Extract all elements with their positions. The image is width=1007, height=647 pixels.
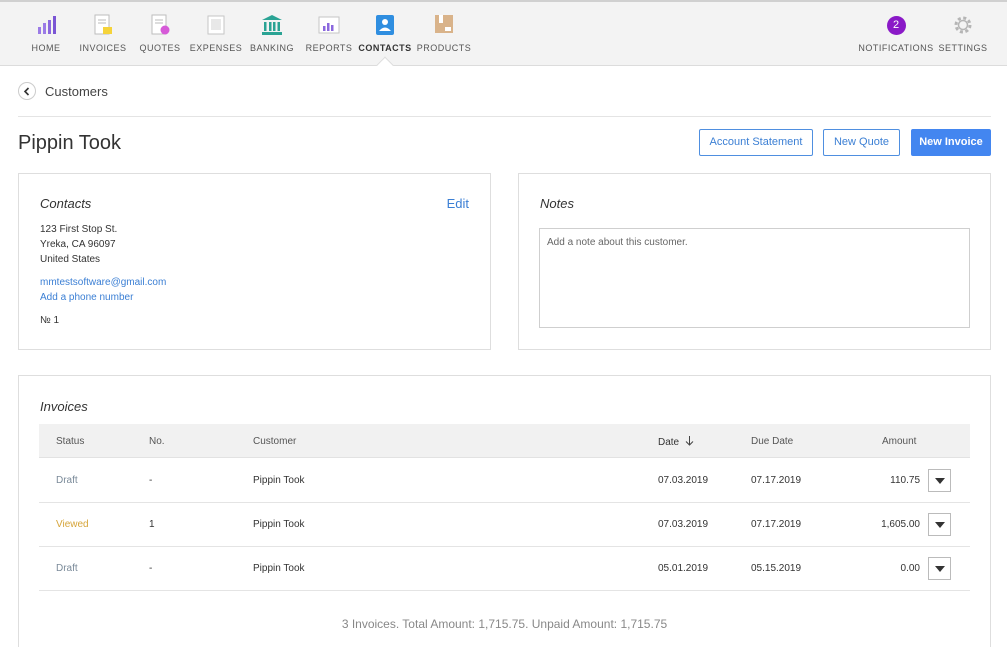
nav-products-label: PRODUCTS [416, 43, 472, 53]
nav-contacts[interactable]: CONTACTS [357, 14, 413, 53]
address-line-2: Yreka, CA 96097 [40, 239, 116, 250]
invoice-status: Draft [56, 563, 78, 574]
products-icon [435, 15, 453, 33]
invoice-number: - [149, 563, 153, 574]
row-actions-dropdown[interactable] [928, 513, 951, 536]
invoice-status: Draft [56, 475, 78, 486]
notes-card: Notes Add a note about this customer. [518, 173, 991, 350]
breadcrumb[interactable]: Customers [45, 84, 108, 99]
invoice-number: - [149, 475, 153, 486]
invoice-due-date: 05.15.2019 [751, 563, 802, 574]
new-quote-button[interactable]: New Quote [823, 129, 900, 156]
nav-settings-label: SETTINGS [938, 43, 988, 53]
column-customer[interactable]: Customer [253, 436, 296, 447]
nav-contacts-label: CONTACTS [358, 43, 412, 53]
contacts-icon [376, 15, 394, 35]
invoice-customer: Pippin Took [253, 475, 305, 486]
notification-count-badge: 2 [886, 16, 906, 35]
top-navigation: HOME INVOICES QUOTES EXPENSES BANKING RE… [0, 0, 1007, 66]
table-row[interactable]: Draft - Pippin Took 07.03.2019 07.17.201… [39, 459, 970, 503]
row-actions-dropdown[interactable] [928, 557, 951, 580]
column-date-label: Date [658, 437, 680, 448]
nav-notifications[interactable]: 2 NOTIFICATIONS [856, 14, 936, 53]
table-row[interactable]: Viewed 1 Pippin Took 07.03.2019 07.17.20… [39, 503, 970, 547]
expenses-icon [207, 15, 225, 35]
edit-contact-link[interactable]: Edit [447, 196, 469, 211]
column-status[interactable]: Status [56, 436, 84, 447]
invoice-date: 05.01.2019 [658, 563, 709, 574]
invoice-due-date: 07.17.2019 [751, 475, 802, 486]
invoices-card: Invoices Status No. Customer Date Due Da… [18, 375, 991, 647]
column-amount[interactable]: Amount [882, 436, 916, 447]
invoice-amount: 110.75 [890, 475, 920, 486]
invoices-title: Invoices [40, 399, 88, 414]
nav-banking[interactable]: BANKING [244, 14, 300, 53]
add-phone-link[interactable]: Add a phone number [40, 292, 133, 303]
nav-reports[interactable]: REPORTS [301, 14, 357, 53]
address-line-1: 123 First Stop St. [40, 224, 118, 235]
caret-down-icon [935, 566, 945, 572]
invoice-due-date: 07.17.2019 [751, 519, 802, 530]
page-title: Pippin Took [18, 132, 122, 154]
email-link[interactable]: mmtestsoftware@gmail.com [40, 277, 166, 288]
divider [18, 116, 991, 117]
home-chart-icon [38, 16, 56, 34]
reports-icon [318, 16, 340, 34]
invoice-status: Viewed [56, 519, 89, 530]
gear-icon [954, 16, 972, 34]
nav-quotes[interactable]: QUOTES [132, 14, 188, 53]
invoices-table-header: Status No. Customer Date Due Date Amount [39, 424, 970, 458]
invoices-summary: 3 Invoices. Total Amount: 1,715.75. Unpa… [341, 617, 668, 631]
invoice-icon [94, 14, 112, 35]
invoice-amount: 1,605.00 [881, 519, 920, 530]
column-date[interactable]: Date [658, 436, 694, 448]
customer-number: № 1 [40, 315, 60, 326]
sort-down-arrow-icon [685, 436, 694, 446]
contacts-title: Contacts [40, 196, 92, 211]
contacts-card: Contacts Edit 123 First Stop St. Yreka, … [18, 173, 491, 350]
nav-quotes-label: QUOTES [139, 43, 181, 53]
table-row[interactable]: Draft - Pippin Took 05.01.2019 05.15.201… [39, 547, 970, 591]
invoice-number: 1 [149, 519, 155, 530]
address-country: United States [40, 254, 101, 265]
invoice-date: 07.03.2019 [658, 475, 709, 486]
nav-products[interactable]: PRODUCTS [416, 14, 472, 53]
nav-invoices[interactable]: INVOICES [75, 14, 131, 53]
nav-expenses-label: EXPENSES [189, 43, 243, 53]
invoice-amount: 0.00 [900, 563, 920, 574]
invoice-customer: Pippin Took [253, 519, 305, 530]
column-number[interactable]: No. [149, 436, 165, 447]
nav-home-label: HOME [31, 43, 61, 53]
caret-down-icon [935, 522, 945, 528]
nav-expenses[interactable]: EXPENSES [188, 14, 244, 53]
notes-title: Notes [540, 196, 574, 211]
nav-notifications-label: NOTIFICATIONS [858, 43, 934, 53]
row-actions-dropdown[interactable] [928, 469, 951, 492]
invoice-customer: Pippin Took [253, 563, 305, 574]
bank-icon [262, 15, 282, 35]
notes-textarea[interactable]: Add a note about this customer. [539, 228, 970, 328]
nav-banking-label: BANKING [249, 43, 294, 53]
caret-down-icon [935, 478, 945, 484]
column-due-date[interactable]: Due Date [751, 436, 793, 447]
chevron-left-icon [23, 87, 30, 96]
nav-reports-label: REPORTS [305, 43, 353, 53]
nav-home[interactable]: HOME [18, 14, 74, 53]
quote-icon [151, 14, 170, 35]
back-button[interactable] [18, 82, 36, 100]
nav-settings[interactable]: SETTINGS [935, 14, 991, 53]
nav-invoices-label: INVOICES [79, 43, 127, 53]
invoice-date: 07.03.2019 [658, 519, 709, 530]
account-statement-button[interactable]: Account Statement [699, 129, 813, 156]
new-invoice-button[interactable]: New Invoice [911, 129, 991, 156]
